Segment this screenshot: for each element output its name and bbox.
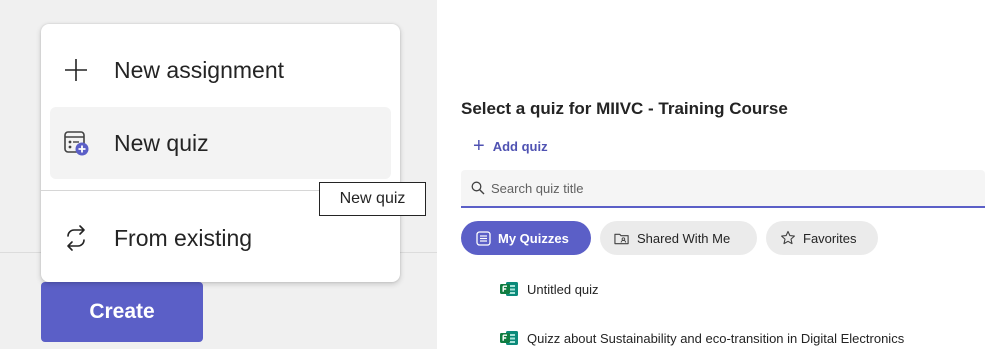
quiz-list-item[interactable]: Untitled quiz <box>500 281 599 297</box>
shared-folder-icon <box>614 230 630 246</box>
tab-favorites[interactable]: Favorites <box>766 221 878 255</box>
quiz-title: Quizz about Sustainability and eco-trans… <box>527 330 905 346</box>
create-menu: New assignment New quiz From existing <box>41 24 400 282</box>
menu-item-new-quiz[interactable]: New quiz <box>50 107 391 179</box>
quiz-icon <box>61 128 91 158</box>
plus-icon: + <box>473 135 485 157</box>
quiz-title: Untitled quiz <box>527 281 599 297</box>
forms-icon <box>500 331 518 345</box>
repeat-icon <box>61 223 91 253</box>
tab-label: Favorites <box>803 230 857 246</box>
tab-label: Shared With Me <box>637 230 731 246</box>
list-icon <box>475 230 491 246</box>
search-icon <box>471 181 485 195</box>
menu-item-label: New assignment <box>114 56 285 83</box>
add-quiz-label: Add quiz <box>492 138 548 154</box>
search-box[interactable] <box>461 170 985 208</box>
tooltip: New quiz <box>319 182 426 216</box>
create-button[interactable]: Create <box>41 282 203 342</box>
menu-item-label: New quiz <box>114 129 209 156</box>
tab-shared-with-me[interactable]: Shared With Me <box>600 221 757 255</box>
star-icon <box>780 230 796 246</box>
search-input[interactable] <box>491 180 971 196</box>
dialog-title: Select a quiz for MIIVC - Training Cours… <box>461 99 788 118</box>
tab-label: My Quizzes <box>498 230 569 246</box>
forms-icon <box>500 282 518 296</box>
plus-icon <box>61 55 91 85</box>
tab-my-quizzes[interactable]: My Quizzes <box>461 221 591 255</box>
menu-item-label: From existing <box>114 224 253 251</box>
quiz-list-item[interactable]: Quizz about Sustainability and eco-trans… <box>500 330 904 346</box>
menu-item-new-assignment[interactable]: New assignment <box>50 34 391 106</box>
add-quiz-button[interactable]: + Add quiz <box>473 136 548 156</box>
